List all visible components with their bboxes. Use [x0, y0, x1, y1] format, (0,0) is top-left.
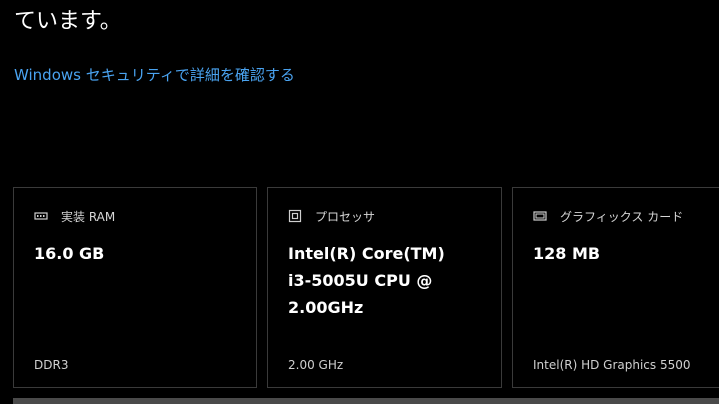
ram-card-header: 実装 RAM	[34, 207, 115, 225]
ram-type: DDR3	[34, 358, 69, 372]
processor-speed: 2.00 GHz	[288, 358, 344, 372]
graphics-memory-value: 128 MB	[533, 244, 601, 263]
graphics-card[interactable]: グラフィックス カード 128 MB Intel(R) HD Graphics …	[512, 187, 719, 388]
graphics-card-title: グラフィックス カード	[560, 209, 684, 224]
processor-card-title: プロセッサ	[315, 209, 376, 224]
processor-value: Intel(R) Core(TM) i3-5005U CPU @ 2.00GHz	[288, 244, 445, 317]
graphics-adapter-name: Intel(R) HD Graphics 5500	[533, 358, 691, 372]
processor-chip-icon	[288, 209, 302, 223]
processor-card-header: プロセッサ	[288, 207, 375, 225]
ram-card-title: 実装 RAM	[61, 209, 116, 224]
graphics-card-header: グラフィックス カード	[533, 207, 683, 225]
windows-security-link[interactable]: Windows セキュリティで詳細を確認する	[14, 64, 295, 86]
ram-card[interactable]: 実装 RAM 16.0 GB DDR3	[13, 187, 257, 388]
processor-card[interactable]: プロセッサ Intel(R) Core(TM) i3-5005U CPU @ 2…	[267, 187, 502, 388]
page-heading-fragment: ています。	[14, 9, 122, 34]
memory-module-icon	[34, 209, 48, 223]
ram-value: 16.0 GB	[34, 244, 105, 263]
graphics-card-icon	[533, 209, 547, 223]
horizontal-scrollbar[interactable]	[13, 398, 719, 404]
